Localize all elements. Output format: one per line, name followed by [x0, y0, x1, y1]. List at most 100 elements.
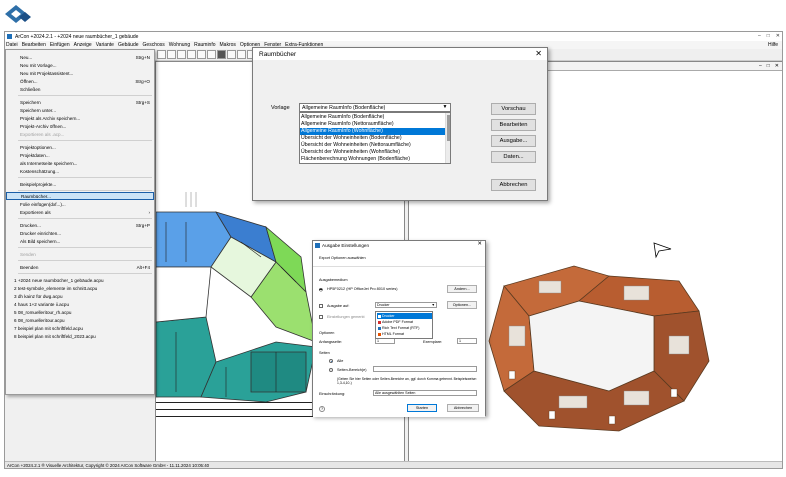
optionen-section-label: Optionen — [319, 331, 335, 335]
vorlage-option[interactable]: Flächenberechnung Wohnungen (Bodenfläche… — [300, 156, 446, 163]
menu-item-projektdaten[interactable]: Projektdaten... — [6, 151, 154, 159]
wall-tool-icon[interactable] — [187, 50, 196, 59]
door-tool-icon[interactable] — [207, 50, 216, 59]
menu-item-archiv-oeffnen[interactable]: Projekt-Archiv öffnen... — [6, 122, 154, 130]
menu-separator — [18, 247, 152, 248]
menu-anzeige[interactable]: Anzeige — [74, 42, 92, 48]
pan-tool-icon[interactable] — [177, 50, 186, 59]
menu-item-archiv-speichern[interactable]: Projekt als Archiv speichern... — [6, 114, 154, 122]
menu-wohnung[interactable]: Wohnung — [169, 42, 190, 48]
view-minimize-button[interactable]: – — [759, 63, 762, 69]
list-scrollbar[interactable] — [445, 113, 450, 163]
menu-item-neu[interactable]: Neu... Strg+N — [6, 53, 154, 61]
text-tool-icon[interactable] — [217, 50, 226, 59]
menu-item-neu-mit-vorlage[interactable]: Neu mit Vorlage... — [6, 61, 154, 69]
recent-file-item[interactable]: 5 08_romuelleritour_rh.acpu — [6, 308, 154, 316]
ausgabe-auf-checkbox[interactable] — [319, 304, 323, 308]
menu-item-oeffnen[interactable]: Öffnen... Strg+O — [6, 77, 154, 85]
recent-file-item[interactable]: 7 beispiel plan mit schriftfeld.acpu — [6, 324, 154, 332]
menu-item-speichern[interactable]: Speichern Strg+S — [6, 98, 154, 106]
menu-item-schliessen[interactable]: Schließen — [6, 85, 154, 93]
menu-item-drucker-einrichten[interactable]: Drucker einrichten... — [6, 229, 154, 237]
vorlage-option[interactable]: Allgemeine RaumInfo (Nettoraumfläche) — [300, 121, 446, 128]
menu-item-drucken[interactable]: Drucken... Strg+P — [6, 221, 154, 229]
menu-item-speichern-unter[interactable]: Speichern unter... — [6, 106, 154, 114]
bearbeiten-button[interactable]: Bearbeiten — [491, 119, 536, 131]
einschraenkung-select[interactable]: Alle ausgewählten Seiten — [373, 390, 477, 396]
stair-tool-icon[interactable] — [227, 50, 236, 59]
view-maximize-button[interactable]: □ — [767, 63, 770, 69]
menu-item-beenden[interactable]: Beenden Alt+F4 — [6, 263, 154, 271]
file-menu: Neu... Strg+N Neu mit Vorlage... Neu mit … — [5, 49, 155, 395]
ausgabe-auf-select[interactable]: Drucker ▼ — [375, 302, 437, 308]
menu-item-folie-einfuegen[interactable]: Folie einfügen(dxf...)... — [6, 200, 154, 208]
menu-item-projektoptionen[interactable]: Projektoptionen... — [6, 143, 154, 151]
seiten-label: Seiten — [319, 351, 330, 355]
minimize-button[interactable]: – — [758, 33, 761, 39]
menu-item-als-bild-speichern[interactable]: Als Bild speichern... — [6, 237, 154, 245]
menu-item-kostenschaetzung[interactable]: Kostenschätzung... — [6, 167, 154, 175]
window-title: ArCon +2024.2.1 - +2024 neue raumbücher_… — [15, 33, 139, 40]
recent-file-item[interactable]: 1 +2024 neue raumbücher_1 gebäude.acpu — [6, 276, 154, 284]
menu-datei[interactable]: Datei — [6, 42, 18, 48]
menu-einfuegen[interactable]: Einfügen — [50, 42, 70, 48]
help-icon[interactable]: ? — [319, 406, 325, 412]
dropdown-option-html[interactable]: HTML Format — [377, 331, 432, 337]
recent-file-item[interactable]: 8 beispiel plan mit schriftfeld_2023.acp… — [6, 332, 154, 340]
chevron-down-icon[interactable]: ▼ — [432, 303, 435, 307]
view-close-button[interactable]: ✕ — [775, 63, 779, 69]
bereich-label: Seiten-Bereich(e) — [337, 368, 367, 372]
menu-bearbeiten[interactable]: Bearbeiten — [22, 42, 46, 48]
menu-item-exportieren-als[interactable]: Exportieren als › — [6, 208, 154, 216]
ausgabe-auf-label: Ausgabe auf: — [327, 304, 350, 308]
window-tool-icon[interactable] — [197, 50, 206, 59]
vorlage-option[interactable]: Allgemeine RaumInfo (Bodenfläche) — [300, 114, 446, 121]
exemplare-input[interactable]: 1 — [457, 338, 477, 344]
recent-file-item[interactable]: 2 test-symbole_elemente im schnitt.acpu — [6, 284, 154, 292]
recent-file-item[interactable]: 6 08_romuelleritour.acpu — [6, 316, 154, 324]
chevron-down-icon[interactable]: ▼ — [441, 104, 449, 111]
view-window-controls: – □ ✕ — [759, 63, 779, 69]
menu-separator — [18, 190, 152, 191]
recent-file-item[interactable]: 4 haus 1+2 variante ii.acpu — [6, 300, 154, 308]
menu-item-neu-mit-projektassistent[interactable]: Neu mit Projektassistent... — [6, 69, 154, 77]
zoom-tool-icon[interactable] — [167, 50, 176, 59]
bereich-input[interactable] — [373, 366, 477, 372]
maximize-button[interactable]: □ — [767, 33, 770, 39]
pointer-tool-icon[interactable] — [157, 50, 166, 59]
optionen-button[interactable]: Optionen... — [447, 301, 477, 309]
bereich-radio[interactable] — [329, 368, 333, 372]
daten-button[interactable]: Daten... — [491, 151, 536, 163]
menu-variante[interactable]: Variante — [96, 42, 114, 48]
menu-hilfe[interactable]: Hilfe — [768, 42, 778, 48]
close-icon[interactable]: ✕ — [535, 49, 542, 58]
vorschau-button[interactable]: Vorschau — [491, 103, 536, 115]
menu-geschoss[interactable]: Geschoss — [143, 42, 165, 48]
vorlage-option[interactable]: Übersicht der Wohneinheiten (Bodenfläche… — [300, 135, 446, 142]
abbrechen-button[interactable]: Abbrechen — [491, 179, 536, 191]
menu-item-beispielprojekte[interactable]: Beispielprojekte... — [6, 180, 154, 188]
menu-separator — [18, 140, 152, 141]
vorlage-select[interactable]: Allgemeine RaumInfo (Bodenfläche) ▼ — [299, 103, 451, 112]
alle-radio[interactable] — [329, 359, 333, 363]
pdf-icon — [378, 320, 381, 324]
close-icon[interactable]: ✕ — [477, 241, 482, 247]
abbrechen-button[interactable]: Abbrechen — [447, 404, 479, 412]
raumbuecher-dialog: Raumbücher ✕ Vorlage Allgemeine RaumInfo… — [252, 47, 548, 201]
menu-rauminfo[interactable]: Rauminfo — [194, 42, 215, 48]
vorlage-option-selected[interactable]: Allgemeine RaumInfo (Wohnfläche) — [300, 128, 446, 135]
menu-item-raumbuecher[interactable]: Raumbücher... — [6, 192, 154, 200]
starten-button[interactable]: Starten — [407, 404, 437, 412]
vorlage-option[interactable]: Übersicht der Wohneinheiten (Wohnfläche) — [300, 149, 446, 156]
menu-gebaeude[interactable]: Gebäude — [118, 42, 139, 48]
menu-makros[interactable]: Makros — [220, 42, 236, 48]
scrollbar-thumb[interactable] — [447, 115, 450, 141]
menu-item-internetseite[interactable]: als Internetseite speichern... — [6, 159, 154, 167]
close-window-button[interactable]: ✕ — [776, 33, 780, 39]
vorlage-option[interactable]: Übersicht der Wohneinheiten (Nettoraumfl… — [300, 142, 446, 149]
aendern-button[interactable]: Ändern... — [447, 285, 477, 293]
recent-file-item[interactable]: 3 dh kainz für dwg.acpu — [6, 292, 154, 300]
ausgabe-button[interactable]: Ausgabe... — [491, 135, 536, 147]
einstellungen-checkbox[interactable] — [319, 315, 323, 319]
roof-tool-icon[interactable] — [237, 50, 246, 59]
